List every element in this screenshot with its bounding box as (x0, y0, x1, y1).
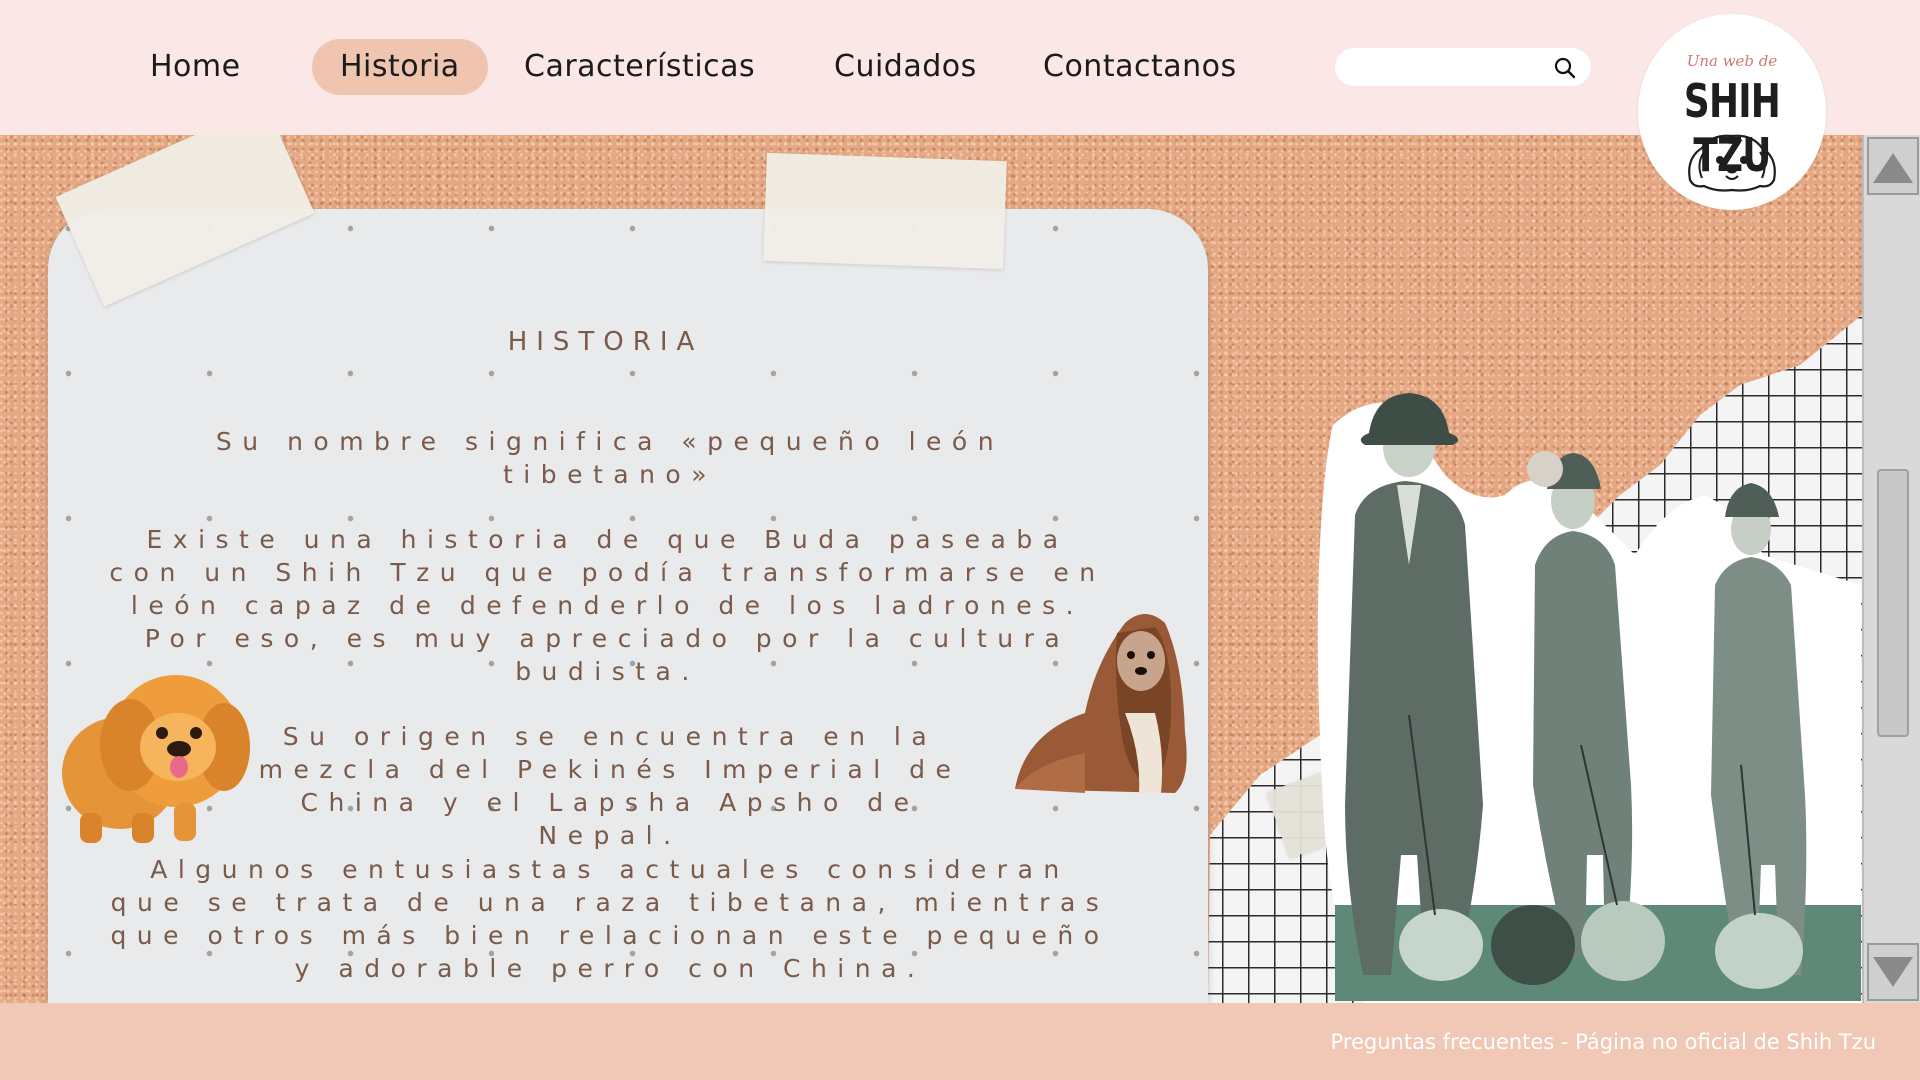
scroll-thumb[interactable] (1877, 469, 1909, 737)
tape-decoration (763, 152, 1007, 270)
historic-photo (1317, 393, 1861, 1003)
header: Home Historia Características Cuidados C… (0, 0, 1920, 135)
scroll-up-button[interactable] (1867, 137, 1919, 195)
vertical-scrollbar[interactable] (1862, 135, 1920, 1003)
logo-tagline: Una web de (1686, 52, 1778, 70)
footer-link[interactable]: Preguntas frecuentes - Página no oficial… (1331, 1030, 1876, 1054)
nav-contactanos[interactable]: Contactanos (1015, 39, 1265, 95)
page-title: HISTORIA (507, 327, 704, 357)
lhasa-dog-image (1015, 614, 1187, 793)
nav-home[interactable]: Home (122, 39, 269, 95)
nav-caracteristicas[interactable]: Características (496, 39, 783, 95)
search-icon[interactable] (1553, 56, 1577, 80)
nav-cuidados[interactable]: Cuidados (806, 39, 1005, 95)
site-logo[interactable]: Una web de SHIH TZU (1638, 14, 1826, 210)
arrow-down-icon (1873, 957, 1913, 987)
nav-historia[interactable]: Historia (312, 39, 488, 95)
dog-face-icon (1688, 134, 1776, 192)
paragraph-nombre: Su nombre significa «pequeño león tibeta… (215, 427, 1005, 489)
search-input[interactable] (1349, 52, 1539, 82)
pekingese-dog-image (62, 675, 250, 843)
scroll-down-button[interactable] (1867, 943, 1919, 1001)
main-content: HISTORIA Su nombre significa «pequeño le… (0, 135, 1862, 1003)
footer: Preguntas frecuentes - Página no oficial… (0, 1003, 1920, 1080)
paragraph-entusiastas: Algunos entusiastas actuales consideran … (110, 855, 1110, 983)
paragraph-origen: Su origen se encuentra en la mezcla del … (258, 722, 962, 850)
arrow-up-icon (1873, 153, 1913, 183)
search-box (1335, 48, 1591, 86)
